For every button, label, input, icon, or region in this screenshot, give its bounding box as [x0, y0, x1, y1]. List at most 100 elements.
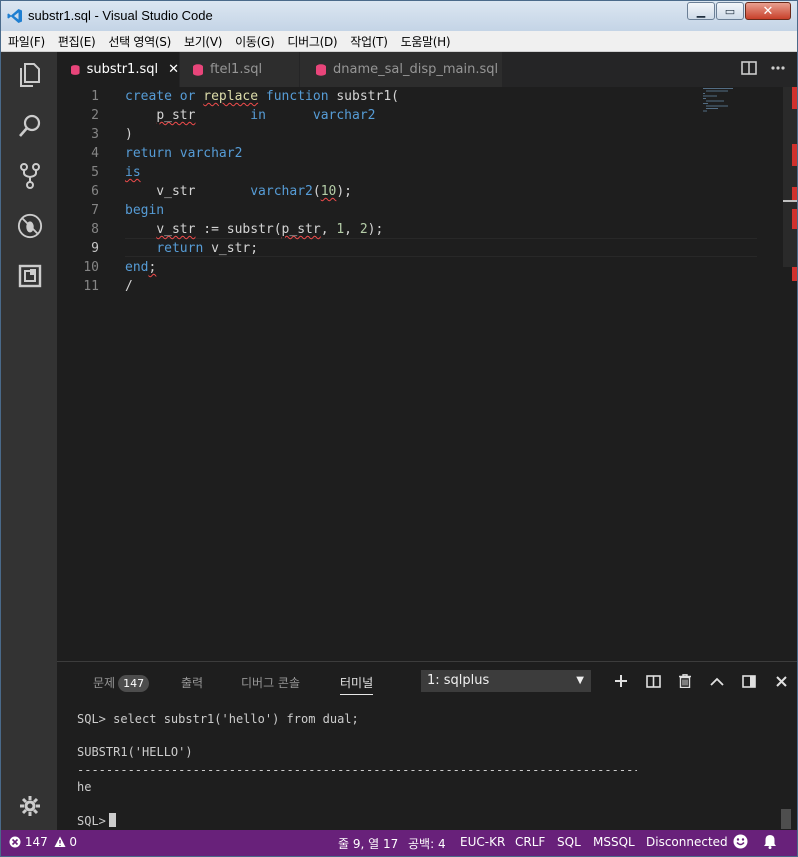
warning-icon	[54, 836, 66, 847]
terminal-cursor	[108, 813, 116, 827]
menu-tasks[interactable]: 작업(T)	[343, 33, 393, 50]
editor-actions	[741, 61, 785, 75]
close-window-button[interactable]: ✕	[745, 2, 791, 20]
menu-edit[interactable]: 편집(E)	[51, 33, 102, 50]
chevron-down-icon: ▼	[576, 675, 584, 686]
code-text: end;	[125, 260, 157, 275]
code-line[interactable]: 9 return v_str;	[57, 239, 757, 258]
cursor-position[interactable]: 줄 9, 열 17	[338, 835, 398, 852]
warning-count: 0	[69, 835, 78, 849]
terminal-selector-value: 1: sqlplus	[427, 673, 490, 688]
minimap[interactable]	[703, 87, 763, 117]
source-control-icon[interactable]	[17, 163, 43, 189]
tab-ftel1[interactable]: ftel1.sql	[180, 52, 299, 87]
connection-status[interactable]: Disconnected	[646, 835, 728, 849]
code-line[interactable]: 8 v_str := substr(p_str, 1, 2);	[57, 220, 757, 239]
tab-debug-console[interactable]: 디버그 콘솔	[241, 674, 300, 691]
code-line[interactable]: 1 create or replace function substr1(	[57, 87, 757, 106]
terminal-line: ----------------------------------------…	[77, 763, 637, 777]
terminal-line: SUBSTR1('HELLO')	[77, 745, 193, 759]
tab-label: dname_sal_disp_main.sql	[333, 62, 499, 77]
feedback-smiley-icon[interactable]	[733, 834, 748, 852]
code-text: create or replace function substr1(	[125, 89, 399, 104]
code-line[interactable]: 3 )	[57, 125, 757, 144]
line-number: 3	[91, 127, 99, 142]
terminal-prompt: SQL>	[77, 814, 106, 828]
code-line[interactable]: 7 begin	[57, 201, 757, 220]
code-line[interactable]: 10 end;	[57, 258, 757, 277]
line-number: 1	[91, 89, 99, 104]
code-text: v_str := substr(p_str, 1, 2);	[156, 222, 384, 237]
code-line[interactable]: 5 is	[57, 163, 757, 182]
title-bar: substr1.sql - Visual Studio Code ▁ ▭ ✕	[1, 1, 797, 32]
editor-tabs: substr1.sql ✕ ftel1.sql dname_sal_disp_m…	[57, 52, 797, 87]
line-number: 4	[91, 146, 99, 161]
line-number: 7	[91, 203, 99, 218]
menu-bar: 파일(F) 편집(E) 선택 영역(S) 보기(V) 이동(G) 디버그(D) …	[1, 31, 797, 52]
tab-terminal[interactable]: 터미널	[340, 674, 374, 695]
menu-view[interactable]: 보기(V)	[177, 33, 228, 50]
code-line[interactable]: 2 p_str in varchar2	[57, 106, 757, 125]
terminal-prompt-line[interactable]: SQL>	[77, 813, 116, 828]
toggle-panel-position-icon[interactable]	[733, 672, 765, 690]
menu-help[interactable]: 도움말(H)	[394, 33, 457, 50]
debug-icon[interactable]	[17, 213, 43, 239]
status-bar: 147 0 줄 9, 열 17 공백: 4 EUC-KR CRLF SQL MS…	[1, 830, 797, 856]
panel-actions	[605, 672, 797, 690]
terminal-line: SQL> select substr1('hello') from dual;	[77, 712, 359, 726]
problems-count-badge: 147	[118, 675, 150, 692]
close-panel-icon[interactable]	[765, 672, 797, 690]
code-text: v_str varchar2(10);	[125, 184, 352, 199]
code-line[interactable]: 11 /	[57, 277, 757, 296]
code-text: is	[125, 165, 141, 180]
encoding[interactable]: EUC-KR	[460, 835, 505, 849]
notifications-bell-icon[interactable]	[763, 834, 777, 852]
line-number: 2	[91, 108, 99, 123]
menu-debug[interactable]: 디버그(D)	[280, 33, 343, 50]
code-text: p_str in varchar2	[156, 108, 376, 123]
line-number: 9	[91, 241, 99, 256]
settings-gear-icon[interactable]	[17, 793, 43, 819]
terminal-scrollbar[interactable]	[781, 809, 791, 829]
code-editor[interactable]: 1 create or replace function substr1( 2 …	[57, 87, 797, 661]
split-editor-icon[interactable]	[741, 61, 757, 75]
connection-type[interactable]: MSSQL	[593, 835, 635, 849]
terminal-selector[interactable]: 1: sqlplus ▼	[421, 670, 591, 692]
tab-label: substr1.sql	[86, 62, 159, 77]
tab-substr1[interactable]: substr1.sql ✕	[57, 52, 179, 87]
window-title: substr1.sql - Visual Studio Code	[28, 8, 213, 23]
line-number: 10	[83, 260, 99, 275]
overview-ruler[interactable]	[783, 87, 797, 661]
database-file-icon	[71, 64, 80, 75]
new-terminal-icon[interactable]	[605, 672, 637, 690]
indentation[interactable]: 공백: 4	[408, 835, 446, 852]
menu-selection[interactable]: 선택 영역(S)	[101, 33, 177, 50]
error-count: 147	[24, 835, 48, 849]
bottom-panel: 문제 147 출력 디버그 콘솔 터미널 1: sqlplus ▼ SQL> s…	[57, 661, 797, 831]
tab-dname-sal-disp-main[interactable]: dname_sal_disp_main.sql	[300, 52, 502, 87]
code-line[interactable]: 6 v_str varchar2(10);	[57, 182, 757, 201]
split-terminal-icon[interactable]	[637, 672, 669, 690]
line-number: 8	[91, 222, 99, 237]
menu-go[interactable]: 이동(G)	[228, 33, 280, 50]
database-file-icon	[193, 63, 203, 76]
minimize-button[interactable]: ▁	[687, 2, 715, 20]
code-line[interactable]: 4 return varchar2	[57, 144, 757, 163]
close-tab-icon[interactable]: ✕	[168, 62, 179, 77]
extensions-icon[interactable]	[17, 263, 43, 289]
database-file-icon	[316, 63, 326, 76]
trash-icon[interactable]	[669, 672, 701, 690]
vscode-window: substr1.sql - Visual Studio Code ▁ ▭ ✕ 파…	[0, 0, 798, 857]
more-actions-icon[interactable]	[771, 66, 785, 70]
menu-file[interactable]: 파일(F)	[1, 33, 51, 50]
search-icon[interactable]	[17, 113, 43, 139]
maximize-button[interactable]: ▭	[716, 2, 744, 20]
code-text: )	[125, 127, 133, 142]
chevron-up-icon[interactable]	[701, 672, 733, 690]
problems-status[interactable]: 147 0	[9, 835, 77, 849]
explorer-icon[interactable]	[17, 62, 43, 88]
tab-problems[interactable]: 문제 147	[93, 674, 150, 692]
tab-output[interactable]: 출력	[181, 674, 203, 691]
language-mode[interactable]: SQL	[557, 835, 581, 849]
line-ending[interactable]: CRLF	[515, 835, 545, 849]
